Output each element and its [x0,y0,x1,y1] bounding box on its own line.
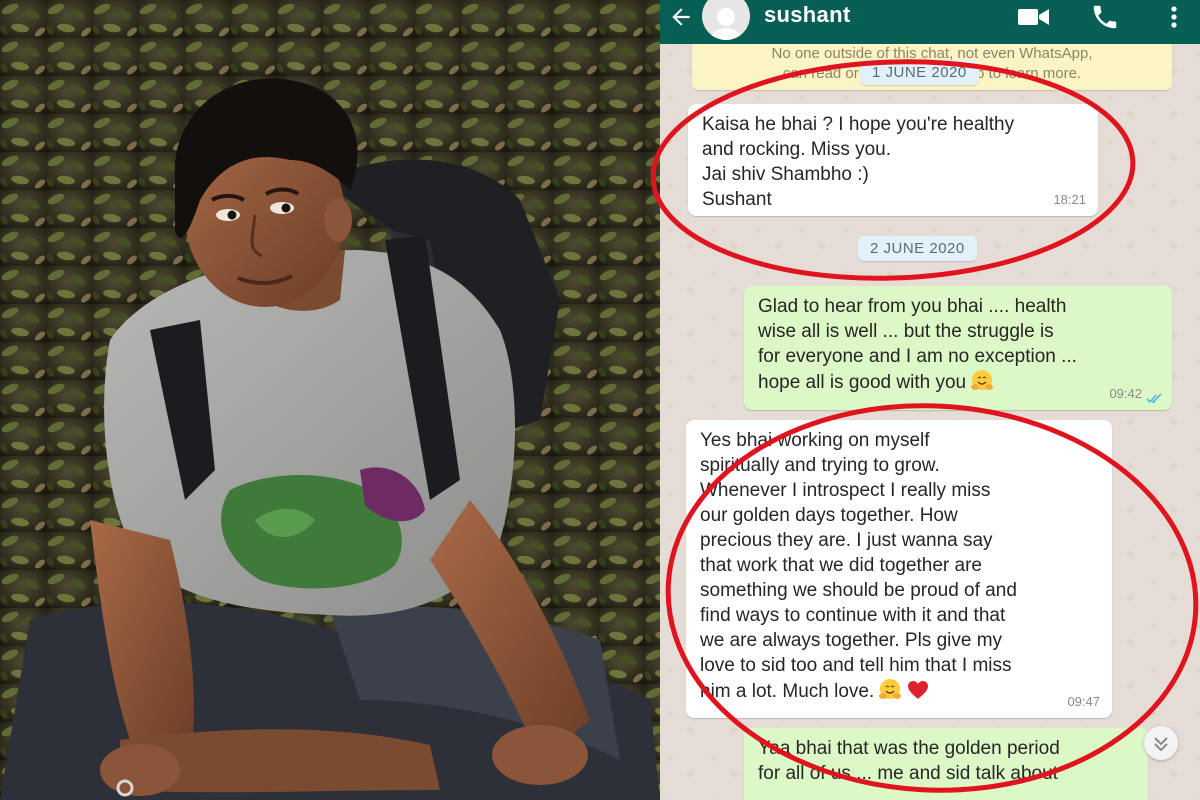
message-line: that work that we did together are [700,555,982,576]
message-bubble-incoming[interactable]: Yes bhai working on myself spiritually a… [686,420,1112,718]
read-receipt-icon [1146,393,1162,404]
message-line: wise all is well ... but the struggle is [758,321,1054,342]
message-line: Sushant [702,189,772,210]
message-time: 09:47 [1067,694,1100,709]
message-line: something we should be proud of and [700,580,1017,601]
video-call-icon[interactable] [1016,2,1052,37]
date-separator: 1 JUNE 2020 [860,60,979,85]
message-line: Yaa bhai that was the golden period [758,738,1060,759]
message-line: Glad to hear from you bhai .... health [758,296,1067,317]
message-time: 18:21 [1053,192,1086,207]
chevron-down-icon [1154,737,1168,752]
message-line: find ways to continue with it and that [700,605,1006,626]
phone-icon[interactable] [1090,2,1120,37]
message-line: for everyone and I am no exception ... [758,346,1077,367]
back-arrow-icon[interactable] [668,4,694,35]
message-line: precious they are. I just wanna say [700,530,993,551]
chat-header: sushant [660,0,1200,44]
message-time: 09:42 [1109,386,1142,401]
default-avatar-icon[interactable] [702,0,750,40]
date-separator: 2 JUNE 2020 [858,236,977,261]
message-line: for all of us ... me and sid talk about [758,763,1058,784]
contact-name[interactable]: sushant [764,2,850,28]
message-line: Kaisa he bhai ? I hope you're healthy [702,114,1015,135]
message-bubble-incoming[interactable]: Kaisa he bhai ? I hope you're healthy an… [688,104,1098,216]
message-line: Whenever I introspect I really miss [700,480,991,501]
message-line: we are always together. Pls give my [700,630,1003,651]
hugging-face-icon [971,370,994,390]
message-line: Yes bhai working on myself [700,430,930,451]
more-vert-icon[interactable] [1168,2,1180,37]
chat-screen: sushant No one outside of this chat, not… [660,0,1200,800]
message-line: love to sid too and tell him that I miss [700,655,1012,676]
message-bubble-outgoing[interactable]: Yaa bhai that was the golden period for … [744,728,1148,800]
message-line: hope all is good with you [758,372,967,393]
message-line-with-emoji: him a lot. Much love. [700,678,1098,704]
message-line: and rocking. Miss you. [702,139,892,160]
message-line: him a lot. Much love. [700,681,875,702]
message-line: spiritually and trying to grow. [700,455,940,476]
message-line: our golden days together. How [700,505,958,526]
message-bubble-outgoing[interactable]: Glad to hear from you bhai .... health w… [744,286,1172,410]
message-line-with-emoji: hope all is good with you [758,369,1158,395]
profile-photo [0,0,660,800]
message-line: Jai shiv Shambho :) [702,164,869,185]
hugging-face-icon [879,679,902,699]
red-heart-icon [908,681,929,699]
scroll-to-bottom-button[interactable] [1144,726,1178,760]
